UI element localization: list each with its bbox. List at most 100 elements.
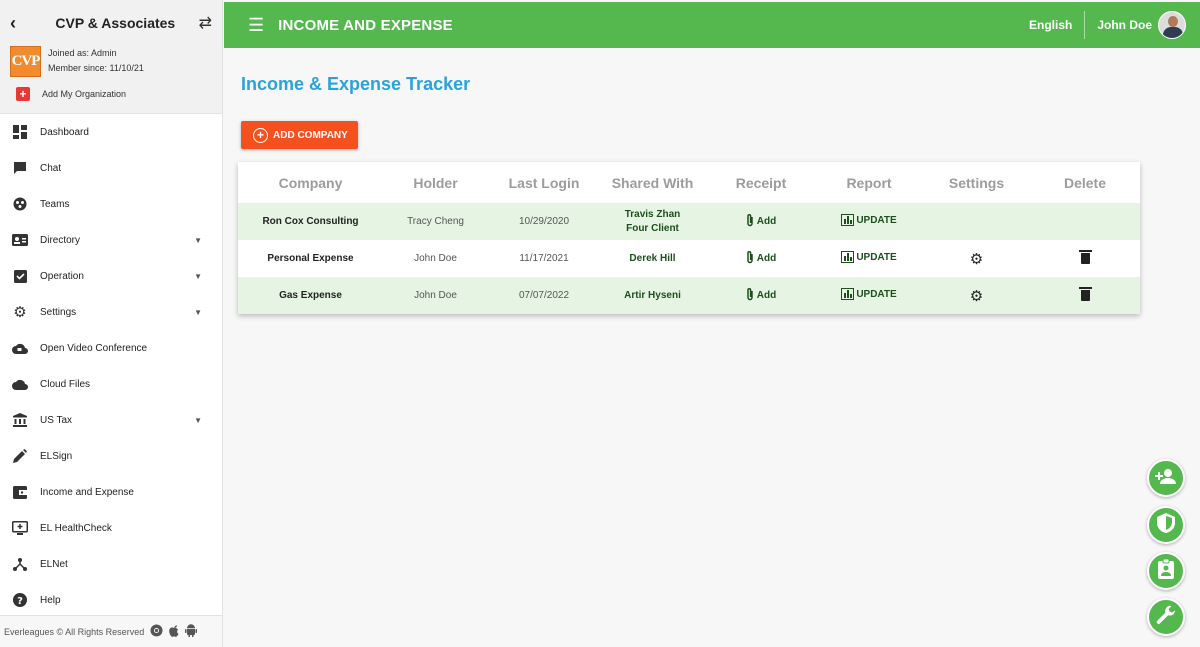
- add-receipt-button[interactable]: Add: [746, 250, 776, 267]
- gear-icon[interactable]: ⚙: [970, 251, 983, 268]
- column-header-report: Report: [846, 174, 892, 191]
- sidebar: ‹ CVP & Associates ⇄ CVP Joined as: Admi…: [0, 0, 223, 647]
- dashboard-icon: [12, 124, 28, 140]
- cloud-icon: [12, 376, 28, 392]
- shared-with-name: Derek Hill: [629, 252, 676, 264]
- add-receipt-button[interactable]: Add: [746, 287, 776, 304]
- report-cell: UPDATE: [817, 214, 921, 229]
- chrome-icon[interactable]: [150, 624, 163, 639]
- sidebar-item-elnet[interactable]: ELNet: [0, 546, 222, 582]
- paperclip-icon: [746, 287, 754, 304]
- sidebar-item-open-video-conference[interactable]: Open Video Conference: [0, 330, 222, 366]
- trash-icon[interactable]: [1078, 286, 1092, 301]
- report-cell: UPDATE: [817, 251, 921, 266]
- top-app-bar: ☰ INCOME AND EXPENSE English John Doe: [224, 2, 1200, 48]
- member-since-text: Member since: 11/10/21: [48, 63, 144, 73]
- add-organization-button[interactable]: + Add My Organization: [16, 87, 126, 101]
- update-report-button[interactable]: UPDATE: [841, 288, 897, 300]
- sidebar-item-income-and-expense[interactable]: Income and Expense: [0, 474, 222, 510]
- column-header-company[interactable]: Company: [238, 175, 383, 191]
- table-row[interactable]: Ron Cox Consulting Tracy Cheng 10/29/202…: [238, 203, 1140, 240]
- table-row[interactable]: Gas Expense John Doe 07/07/2022 Artir Hy…: [238, 277, 1140, 314]
- column-header-holder[interactable]: Holder: [383, 175, 488, 191]
- hamburger-menu-icon[interactable]: ☰: [248, 15, 264, 36]
- trash-icon[interactable]: [1078, 249, 1092, 264]
- operation-icon: [12, 268, 28, 284]
- help-icon: ?: [12, 592, 28, 608]
- sidebar-item-el-healthcheck[interactable]: EL HealthCheck: [0, 510, 222, 546]
- sidebar-item-help[interactable]: ? Help: [0, 582, 222, 618]
- report-cell: UPDATE: [817, 288, 921, 303]
- sidebar-item-dashboard[interactable]: Dashboard: [0, 114, 222, 150]
- update-report-button[interactable]: UPDATE: [841, 251, 897, 263]
- security-fab[interactable]: [1147, 506, 1185, 544]
- add-contact-fab[interactable]: [1147, 459, 1185, 497]
- sidebar-item-label: Teams: [40, 198, 70, 210]
- android-icon[interactable]: [185, 624, 198, 639]
- table-row[interactable]: Personal Expense John Doe 11/17/2021 Der…: [238, 240, 1140, 277]
- sidebar-item-label: Help: [40, 594, 61, 606]
- add-receipt-label: Add: [756, 216, 777, 227]
- delete-cell: [1032, 286, 1138, 304]
- sidebar-item-us-tax[interactable]: US Tax ▼: [0, 402, 222, 438]
- sidebar-footer: Everleagues © All Rights Reserved: [0, 615, 222, 647]
- sidebar-item-label: Settings: [40, 306, 77, 318]
- update-report-label: UPDATE: [856, 251, 897, 263]
- wrench-icon: [1156, 605, 1176, 630]
- monitor-plus-icon: [12, 520, 28, 536]
- sidebar-item-label: Income and Expense: [40, 486, 134, 498]
- user-name[interactable]: John Doe: [1097, 18, 1152, 32]
- add-company-button[interactable]: + ADD COMPANY: [241, 121, 358, 149]
- sidebar-item-cloud-files[interactable]: Cloud Files: [0, 366, 222, 402]
- avatar[interactable]: [1158, 11, 1186, 39]
- update-report-button[interactable]: UPDATE: [841, 214, 897, 226]
- joined-as-text: Joined as: Admin: [48, 48, 117, 58]
- sidebar-item-elsign[interactable]: ELSign: [0, 438, 222, 474]
- plus-circle-icon: +: [253, 127, 268, 143]
- receipt-cell: Add: [705, 250, 817, 267]
- sidebar-item-directory[interactable]: Directory ▼: [0, 222, 222, 258]
- page-title: Income & Expense Tracker: [241, 74, 471, 94]
- company-cell: Ron Cox Consulting: [262, 216, 359, 227]
- back-arrow-icon[interactable]: ‹: [10, 13, 32, 34]
- sidebar-item-settings[interactable]: ⚙ Settings ▼: [0, 294, 222, 330]
- switch-organization-icon[interactable]: ⇄: [199, 13, 212, 33]
- column-header-shared-with[interactable]: Shared With: [600, 175, 705, 191]
- paperclip-icon: [746, 213, 754, 230]
- chevron-down-icon[interactable]: ▼: [194, 236, 202, 245]
- column-header-last-login[interactable]: Last Login: [488, 175, 600, 191]
- receipt-cell: Add: [705, 213, 817, 230]
- language-selector[interactable]: English: [1029, 11, 1086, 39]
- tools-fab[interactable]: [1147, 598, 1185, 636]
- sidebar-item-label: Directory: [40, 234, 81, 246]
- bar-chart-icon: [841, 251, 855, 263]
- chevron-down-icon[interactable]: ▼: [194, 308, 202, 317]
- sidebar-item-label: ELSign: [40, 450, 73, 462]
- sidebar-item-operation[interactable]: Operation ▼: [0, 258, 222, 294]
- sidebar-item-teams[interactable]: Teams: [0, 186, 222, 222]
- add-receipt-button[interactable]: Add: [746, 213, 776, 230]
- column-header-delete: Delete: [1063, 174, 1107, 191]
- settings-cell: ⚙: [921, 287, 1032, 305]
- last-login-cell: 10/29/2020: [518, 216, 570, 227]
- income-expense-table: Company Holder Last Login Shared With Re…: [238, 162, 1140, 314]
- bank-icon: [12, 412, 28, 428]
- sidebar-item-label: US Tax: [40, 414, 73, 426]
- company-cell: Gas Expense: [279, 290, 342, 301]
- chevron-down-icon[interactable]: ▼: [194, 272, 202, 281]
- app-bar-title: INCOME AND EXPENSE: [278, 16, 453, 34]
- cloud-video-icon: [12, 340, 28, 356]
- sidebar-item-chat[interactable]: Chat: [0, 150, 222, 186]
- shared-with-name: Four Client: [626, 222, 679, 234]
- chevron-down-icon[interactable]: ▼: [194, 416, 202, 425]
- contact-card-fab[interactable]: [1147, 552, 1185, 590]
- svg-text:?: ?: [17, 596, 23, 607]
- shared-with-cell: Travis Zhan Four Client: [600, 208, 705, 236]
- add-organization-label: Add My Organization: [42, 89, 127, 99]
- apple-icon[interactable]: [168, 624, 180, 639]
- shared-with-name: Travis Zhan: [624, 208, 681, 220]
- bar-chart-icon: [841, 214, 855, 226]
- gear-icon[interactable]: ⚙: [970, 288, 983, 305]
- sidebar-item-label: ELNet: [40, 558, 68, 570]
- shield-icon: [1157, 512, 1175, 538]
